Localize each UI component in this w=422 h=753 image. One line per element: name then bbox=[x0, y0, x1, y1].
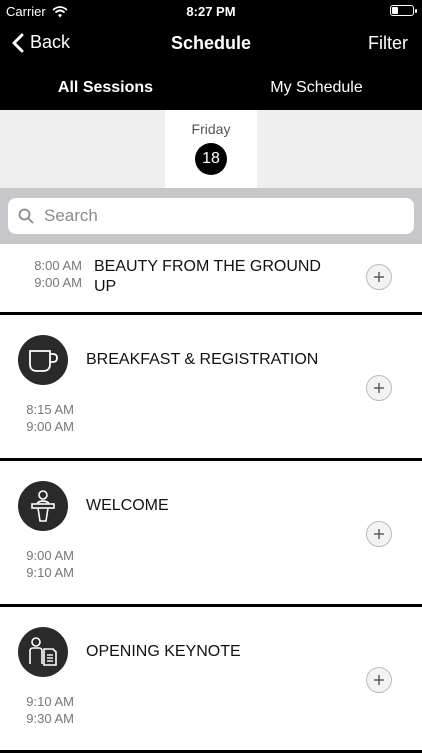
session-title: WELCOME bbox=[86, 497, 169, 514]
add-session-button[interactable] bbox=[366, 667, 392, 693]
session-list: 8:00 AM 9:00 AM BEAUTY FROM THE GROUND U… bbox=[0, 244, 422, 753]
coffee-cup-icon bbox=[29, 350, 58, 372]
speaker-podium-icon bbox=[31, 490, 55, 522]
session-icon-badge bbox=[18, 335, 68, 385]
presenter-document-icon bbox=[29, 637, 57, 666]
plus-icon bbox=[374, 529, 384, 539]
search-icon bbox=[18, 208, 34, 224]
page-title: Schedule bbox=[170, 33, 252, 53]
add-session-button[interactable] bbox=[366, 375, 392, 401]
battery-icon bbox=[390, 5, 417, 16]
date-selector: Friday 18 bbox=[0, 110, 422, 188]
list-item[interactable]: BREAKFAST & REGISTRATION 8:15 AM 9:00 AM bbox=[0, 315, 422, 461]
tab-my-schedule[interactable]: My Schedule bbox=[211, 66, 422, 110]
session-times: 8:00 AM 9:00 AM bbox=[22, 257, 82, 291]
list-item[interactable]: WELCOME 9:00 AM 9:10 AM bbox=[0, 461, 422, 607]
session-start-time: 9:00 AM bbox=[26, 548, 74, 563]
tab-all-sessions[interactable]: All Sessions bbox=[0, 66, 211, 110]
add-session-button[interactable] bbox=[366, 521, 392, 547]
date-item-selected[interactable]: Friday 18 bbox=[165, 110, 257, 188]
session-title: OPENING KEYNOTE bbox=[86, 643, 241, 660]
plus-icon bbox=[374, 675, 384, 685]
session-start-time: 9:10 AM bbox=[26, 694, 74, 709]
session-icon-badge bbox=[18, 627, 68, 677]
list-item[interactable]: OPENING KEYNOTE 9:10 AM 9:30 AM bbox=[0, 607, 422, 753]
session-start-time: 8:15 AM bbox=[26, 402, 74, 417]
status-bar: Carrier 8:27 PM bbox=[0, 0, 422, 22]
session-start-time: 8:00 AM bbox=[34, 258, 82, 273]
search-bar bbox=[0, 188, 422, 244]
session-times: 8:15 AM 9:00 AM bbox=[14, 401, 74, 435]
session-end-time: 9:00 AM bbox=[26, 419, 74, 434]
date-day-label: Friday bbox=[191, 121, 231, 137]
date-number-badge: 18 bbox=[195, 143, 227, 175]
plus-icon bbox=[374, 383, 384, 393]
session-end-time: 9:00 AM bbox=[34, 275, 82, 290]
list-item[interactable]: 8:00 AM 9:00 AM BEAUTY FROM THE GROUND U… bbox=[0, 244, 422, 315]
status-time: 8:27 PM bbox=[186, 4, 236, 19]
session-title: BREAKFAST & REGISTRATION bbox=[86, 351, 319, 368]
filter-button[interactable]: Filter bbox=[368, 33, 408, 54]
navigation-bar: Back Schedule Filter bbox=[0, 22, 422, 66]
search-input[interactable] bbox=[42, 205, 366, 227]
session-times: 9:00 AM 9:10 AM bbox=[14, 547, 74, 581]
session-icon-badge bbox=[18, 481, 68, 531]
plus-icon bbox=[374, 272, 384, 282]
schedule-tabs: All Sessions My Schedule bbox=[0, 66, 422, 110]
add-session-button[interactable] bbox=[366, 264, 392, 290]
session-end-time: 9:30 AM bbox=[26, 711, 74, 726]
session-title: BEAUTY FROM THE GROUND UP bbox=[94, 258, 321, 295]
session-times: 9:10 AM 9:30 AM bbox=[14, 693, 74, 727]
session-end-time: 9:10 AM bbox=[26, 565, 74, 580]
search-field[interactable] bbox=[8, 198, 414, 234]
